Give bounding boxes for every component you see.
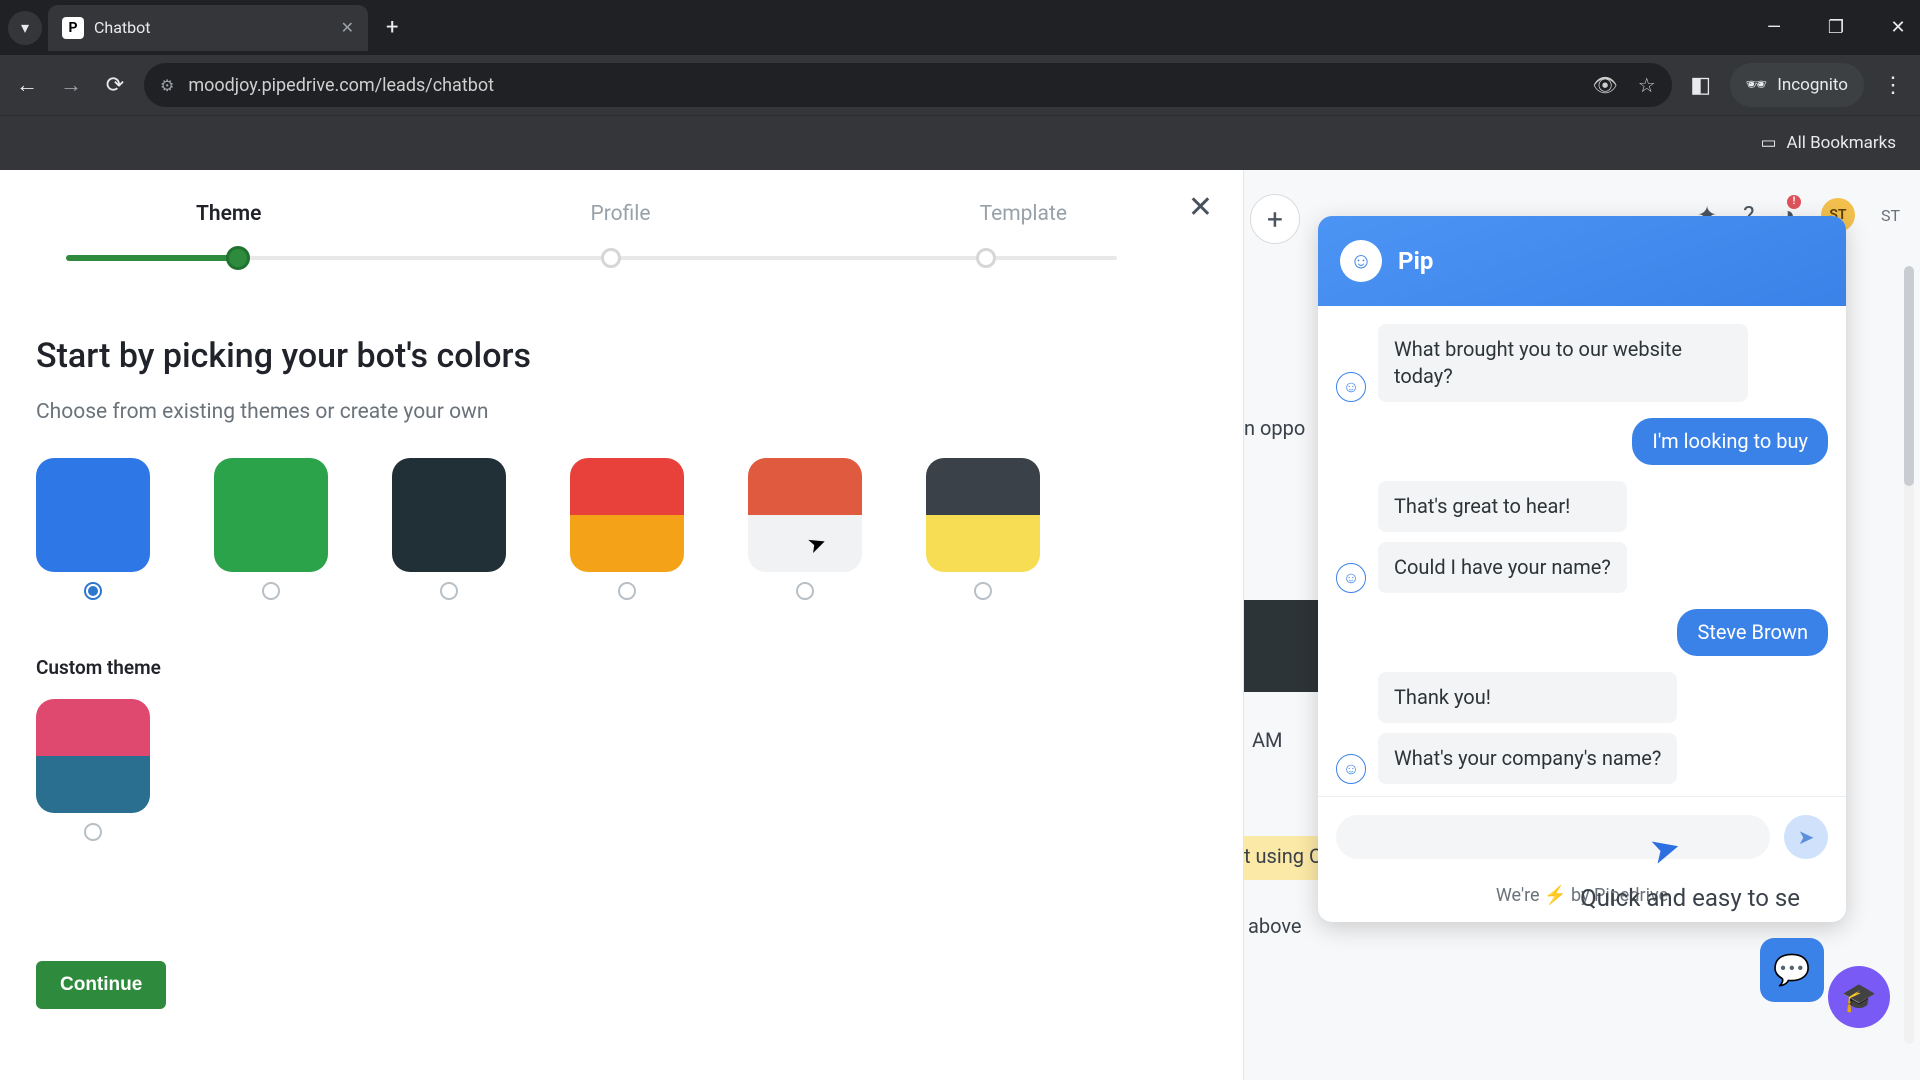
step-dot-profile[interactable] xyxy=(601,248,621,268)
chat-input-row: ➤ xyxy=(1318,796,1846,877)
folder-icon: ▭ xyxy=(1760,133,1776,153)
theme-swatch-2[interactable] xyxy=(392,458,506,600)
preview-pane: + ✦ ? ◔! ST ST n oppo AM t using C above… xyxy=(1244,170,1920,1080)
custom-theme-radio[interactable] xyxy=(84,823,102,841)
step-dot-template[interactable] xyxy=(976,248,996,268)
bookmark-star-icon[interactable]: ☆ xyxy=(1638,73,1656,97)
theme-swatch-1[interactable] xyxy=(214,458,328,600)
bot-bubble: That's great to hear! xyxy=(1378,481,1627,532)
add-circle-button[interactable]: + xyxy=(1250,194,1300,244)
bg-text-oppo: n oppo xyxy=(1244,416,1305,440)
browser-tab[interactable]: P Chatbot ✕ xyxy=(48,5,368,51)
all-bookmarks-label: All Bookmarks xyxy=(1787,133,1896,153)
setup-pane: ✕ Theme Profile Template Start by pickin… xyxy=(0,170,1244,1080)
address-bar[interactable]: ⚙ moodjoy.pipedrive.com/leads/chatbot 👁 … xyxy=(144,63,1672,107)
chat-widget: ☺ Pip ☺ What brought you to our website t… xyxy=(1318,216,1846,922)
close-window-icon[interactable]: ✕ xyxy=(1886,17,1910,38)
step-label-theme: Theme xyxy=(196,202,261,226)
minimize-icon[interactable]: ― xyxy=(1762,17,1786,38)
side-panel-icon[interactable]: ◧ xyxy=(1686,73,1716,98)
bot-message-row: ☺ That's great to hear! Could I have your … xyxy=(1336,481,1828,593)
send-button[interactable]: ➤ xyxy=(1784,815,1828,859)
bot-bubble: Could I have your name? xyxy=(1378,542,1627,593)
theme-radio-3[interactable] xyxy=(618,582,636,600)
theme-swatch-0[interactable] xyxy=(36,458,150,600)
page-subhead: Choose from existing themes or create yo… xyxy=(36,400,1207,424)
tab-close-icon[interactable]: ✕ xyxy=(341,18,354,37)
bolt-icon: ⚡ xyxy=(1544,885,1566,906)
site-settings-icon[interactable]: ⚙ xyxy=(160,76,174,95)
bot-bubble: What brought you to our website today? xyxy=(1378,324,1748,402)
step-dot-theme[interactable] xyxy=(226,246,250,270)
tab-favicon: P xyxy=(62,17,84,39)
tab-strip: ▾ P Chatbot ✕ + ― ❐ ✕ xyxy=(0,0,1920,55)
quick-caption: Quick and easy to se xyxy=(1580,884,1800,912)
custom-theme-label: Custom theme xyxy=(36,656,1207,679)
incognito-label: Incognito xyxy=(1777,75,1848,95)
chat-header: ☺ Pip xyxy=(1318,216,1846,306)
bg-dark-bar xyxy=(1244,600,1318,692)
reload-icon[interactable]: ⟳ xyxy=(100,73,130,98)
incognito-icon: 🕶 xyxy=(1746,75,1768,95)
stepper-track xyxy=(36,248,1177,266)
stepper-labels: Theme Profile Template xyxy=(36,202,1207,226)
tab-title: Chatbot xyxy=(94,18,331,37)
user-bubble: I'm looking to buy xyxy=(1632,418,1828,465)
theme-swatch-5[interactable] xyxy=(926,458,1040,600)
preview-scrollbar[interactable] xyxy=(1904,266,1914,1044)
tab-search-dropdown[interactable]: ▾ xyxy=(8,11,42,45)
user-message-row: I'm looking to buy xyxy=(1336,418,1828,465)
continue-button[interactable]: Continue xyxy=(36,961,166,1009)
bookmarks-bar: ▭ All Bookmarks xyxy=(0,115,1920,170)
incognito-chip[interactable]: 🕶 Incognito xyxy=(1730,63,1864,107)
bg-text-using: t using C xyxy=(1244,844,1322,868)
bg-text-above: above xyxy=(1248,914,1302,938)
bot-avatar-icon: ☺ xyxy=(1340,240,1382,282)
tracking-off-icon[interactable]: 👁 xyxy=(1592,73,1617,97)
kebab-menu-icon[interactable]: ⋮ xyxy=(1878,73,1908,98)
theme-radio-0[interactable] xyxy=(84,582,102,600)
all-bookmarks-button[interactable]: ▭ All Bookmarks xyxy=(1760,133,1896,153)
bot-name: Pip xyxy=(1398,247,1433,275)
chat-input[interactable] xyxy=(1336,815,1770,859)
forward-icon[interactable]: → xyxy=(56,72,86,98)
help-fab[interactable]: 🎓 xyxy=(1828,966,1890,1028)
preview-scrollthumb[interactable] xyxy=(1904,266,1914,486)
url-text: moodjoy.pipedrive.com/leads/chatbot xyxy=(188,75,1578,96)
chat-body: ☺ What brought you to our website today? I… xyxy=(1318,306,1846,796)
bot-message-row: ☺ Thank you! What's your company's name? xyxy=(1336,672,1828,784)
chat-fab[interactable]: 💬 xyxy=(1760,938,1824,1002)
custom-theme-swatch[interactable] xyxy=(36,699,150,841)
page-headline: Start by picking your bot's colors xyxy=(36,336,1207,376)
new-tab-button[interactable]: + xyxy=(386,15,398,40)
bot-bubble-avatar-icon: ☺ xyxy=(1336,563,1366,593)
theme-radio-5[interactable] xyxy=(974,582,992,600)
toolbar-row: ← → ⟳ ⚙ moodjoy.pipedrive.com/leads/chat… xyxy=(0,55,1920,115)
maximize-icon[interactable]: ❐ xyxy=(1824,17,1848,38)
user-message-row: Steve Brown xyxy=(1336,609,1828,656)
bot-bubble-avatar-icon: ☺ xyxy=(1336,372,1366,402)
avatar-label: ST xyxy=(1881,206,1900,225)
bot-bubble: Thank you! xyxy=(1378,672,1677,723)
theme-radio-1[interactable] xyxy=(262,582,280,600)
page-content: ✕ Theme Profile Template Start by pickin… xyxy=(0,170,1920,1080)
window-controls: ― ❐ ✕ xyxy=(1762,0,1910,55)
theme-radio-2[interactable] xyxy=(440,582,458,600)
user-bubble: Steve Brown xyxy=(1677,609,1828,656)
theme-swatch-3[interactable] xyxy=(570,458,684,600)
step-label-template: Template xyxy=(980,202,1067,226)
bg-text-am: AM xyxy=(1252,728,1283,752)
browser-chrome: ▾ P Chatbot ✕ + ― ❐ ✕ ← → ⟳ ⚙ moodjoy.pi… xyxy=(0,0,1920,170)
theme-radio-4[interactable] xyxy=(796,582,814,600)
theme-swatch-row xyxy=(36,458,1207,600)
bot-message-row: ☺ What brought you to our website today? xyxy=(1336,324,1828,402)
back-icon[interactable]: ← xyxy=(12,72,42,98)
bot-bubble-avatar-icon: ☺ xyxy=(1336,754,1366,784)
theme-swatch-4[interactable] xyxy=(748,458,862,600)
bot-bubble: What's your company's name? xyxy=(1378,733,1677,784)
step-label-profile: Profile xyxy=(591,202,651,226)
